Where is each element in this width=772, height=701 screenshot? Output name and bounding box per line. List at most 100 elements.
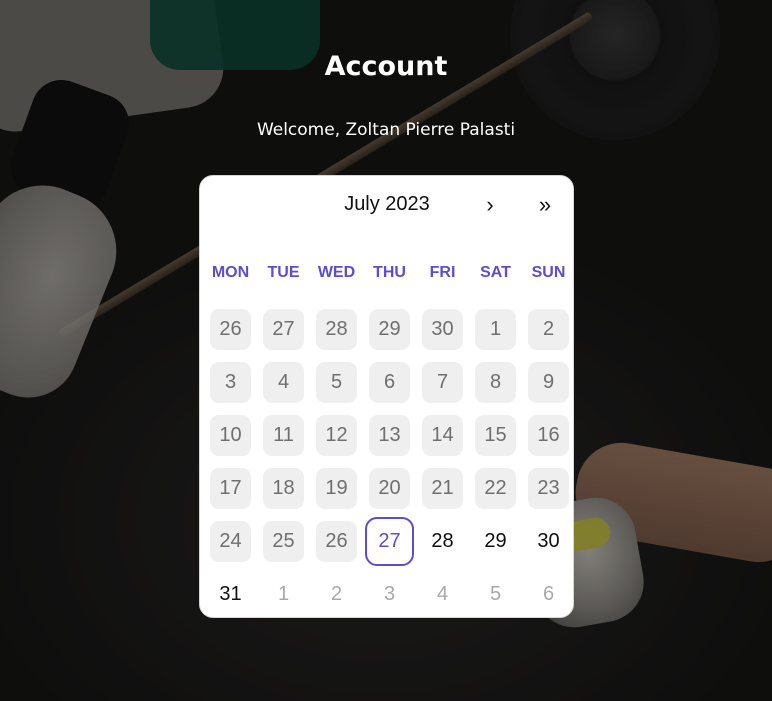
- day-number: 11: [273, 424, 294, 446]
- weekday-label: WED: [317, 264, 356, 281]
- day-number: 28: [325, 318, 348, 340]
- day-number: 2: [330, 583, 343, 605]
- day-tile[interactable]: 20: [363, 462, 416, 515]
- day-tile[interactable]: 24: [204, 515, 257, 568]
- day-number: 4: [277, 371, 290, 393]
- day-number: 3: [383, 583, 396, 605]
- day-number: 23: [537, 477, 560, 499]
- day-number: 29: [378, 318, 401, 340]
- day-number: 15: [484, 424, 507, 446]
- day-tile[interactable]: 4: [257, 356, 310, 409]
- day-number: 17: [219, 477, 242, 499]
- day-number: 13: [378, 424, 401, 446]
- day-tile[interactable]: 30: [416, 303, 469, 356]
- day-number: 14: [431, 424, 454, 446]
- day-tile[interactable]: 26: [204, 303, 257, 356]
- day-tile[interactable]: 5: [469, 568, 522, 621]
- day-number: 6: [542, 583, 555, 605]
- day-number: 4: [436, 583, 449, 605]
- day-tile[interactable]: 2: [522, 303, 575, 356]
- day-number: 6: [383, 371, 396, 393]
- day-number: 16: [537, 424, 560, 446]
- weekday-label: THU: [373, 264, 406, 281]
- month-label[interactable]: July 2023: [312, 192, 462, 216]
- day-tile[interactable]: 10: [204, 409, 257, 462]
- day-tile[interactable]: 25: [257, 515, 310, 568]
- day-number: 28: [431, 530, 454, 552]
- day-number: 5: [330, 371, 343, 393]
- weekday-label: FRI: [429, 264, 456, 281]
- day-number: 22: [484, 477, 507, 499]
- day-tile[interactable]: 4: [416, 568, 469, 621]
- page-title: Account: [324, 51, 448, 82]
- calendar-header: July 2023 › »: [200, 176, 573, 232]
- day-tile[interactable]: 6: [522, 568, 575, 621]
- day-number: 7: [436, 371, 449, 393]
- day-tile[interactable]: 28: [416, 515, 469, 568]
- day-number: 20: [378, 477, 401, 499]
- day-number: 9: [542, 371, 555, 393]
- day-tile[interactable]: 26: [310, 515, 363, 568]
- day-tile[interactable]: 8: [469, 356, 522, 409]
- weekday-header: MON TUE WED THU FRI SAT SUN: [204, 261, 571, 285]
- day-tile[interactable]: 21: [416, 462, 469, 515]
- day-number: 1: [489, 318, 502, 340]
- day-number: 18: [272, 477, 295, 499]
- calendar: July 2023 › » MON TUE WED THU FRI SAT SUN 26 27…: [199, 175, 574, 618]
- next-month-button[interactable]: ›: [473, 190, 507, 220]
- day-tile[interactable]: 29: [469, 515, 522, 568]
- day-number: 26: [325, 530, 348, 552]
- day-tile[interactable]: 7: [416, 356, 469, 409]
- day-tile[interactable]: 29: [363, 303, 416, 356]
- day-tile-today[interactable]: 27: [363, 515, 416, 568]
- day-tile[interactable]: 16: [522, 409, 575, 462]
- day-number: 19: [325, 477, 348, 499]
- day-number: 27: [378, 530, 401, 552]
- day-number: 24: [219, 530, 242, 552]
- day-number: 12: [325, 424, 348, 446]
- day-tile[interactable]: 2: [310, 568, 363, 621]
- day-tile[interactable]: 3: [363, 568, 416, 621]
- day-tile[interactable]: 12: [310, 409, 363, 462]
- double-chevron-right-icon: »: [538, 192, 552, 217]
- day-number: 27: [272, 318, 295, 340]
- day-number: 30: [431, 318, 454, 340]
- day-tile[interactable]: 6: [363, 356, 416, 409]
- day-number: 21: [431, 477, 454, 499]
- day-tile[interactable]: 13: [363, 409, 416, 462]
- day-tile[interactable]: 23: [522, 462, 575, 515]
- weekday-label: SUN: [531, 264, 566, 281]
- day-number: 8: [489, 371, 502, 393]
- day-tile[interactable]: 17: [204, 462, 257, 515]
- day-tile[interactable]: 5: [310, 356, 363, 409]
- day-number: 26: [219, 318, 242, 340]
- day-number: 29: [484, 530, 507, 552]
- day-tile[interactable]: 1: [469, 303, 522, 356]
- day-tile[interactable]: 31: [204, 568, 257, 621]
- chevron-right-icon: ›: [486, 192, 494, 217]
- day-tile[interactable]: 19: [310, 462, 363, 515]
- day-tile[interactable]: 11: [257, 409, 310, 462]
- day-tile[interactable]: 30: [522, 515, 575, 568]
- day-number: 10: [219, 424, 242, 446]
- weekday-label: SAT: [480, 264, 511, 281]
- day-number: 30: [537, 530, 560, 552]
- day-tile[interactable]: 9: [522, 356, 575, 409]
- day-tile[interactable]: 18: [257, 462, 310, 515]
- day-tile[interactable]: 22: [469, 462, 522, 515]
- day-number: 5: [489, 583, 502, 605]
- day-number: 3: [224, 371, 237, 393]
- day-tile[interactable]: 15: [469, 409, 522, 462]
- day-tile[interactable]: 28: [310, 303, 363, 356]
- day-tile[interactable]: 27: [257, 303, 310, 356]
- day-tile[interactable]: 14: [416, 409, 469, 462]
- day-number: 1: [277, 583, 290, 605]
- day-number: 2: [542, 318, 555, 340]
- day-number: 31: [219, 583, 242, 605]
- day-tile[interactable]: 1: [257, 568, 310, 621]
- weekday-label: MON: [211, 264, 250, 281]
- next-year-button[interactable]: »: [528, 190, 562, 220]
- weekday-label: TUE: [267, 264, 300, 281]
- day-tile[interactable]: 3: [204, 356, 257, 409]
- welcome-message: Welcome, Zoltan Pierre Palasti: [256, 120, 516, 140]
